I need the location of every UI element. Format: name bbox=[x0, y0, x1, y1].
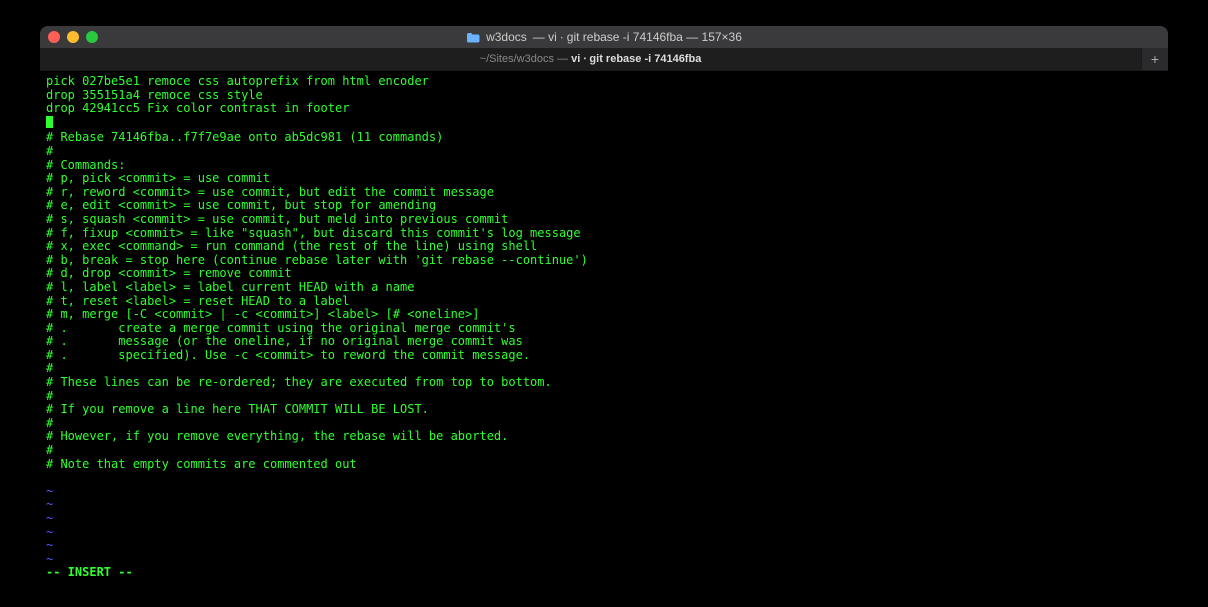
rebase-line-3: drop 42941cc5 Fix color contrast in foot… bbox=[46, 101, 349, 115]
comment-line: # d, drop <commit> = remove commit bbox=[46, 266, 292, 280]
comment-line: # f, fixup <commit> = like "squash", but… bbox=[46, 226, 581, 240]
vim-tilde: ~ bbox=[46, 484, 53, 498]
vim-tilde: ~ bbox=[46, 511, 53, 525]
comment-line: # If you remove a line here THAT COMMIT … bbox=[46, 402, 429, 416]
vim-tilde: ~ bbox=[46, 538, 53, 552]
comment-line: # e, edit <commit> = use commit, but sto… bbox=[46, 198, 436, 212]
comment-line: # Rebase 74146fba..f7f7e9ae onto ab5dc98… bbox=[46, 130, 443, 144]
cursor bbox=[46, 116, 53, 128]
comment-line: # bbox=[46, 443, 53, 457]
minimize-icon[interactable] bbox=[67, 31, 79, 43]
window-title-rest: — vi ∙ git rebase -i 74146fba — 157×36 bbox=[533, 30, 742, 44]
comment-line: # Note that empty commits are commented … bbox=[46, 457, 357, 471]
comment-line: # r, reword <commit> = use commit, but e… bbox=[46, 185, 494, 199]
comment-line: # bbox=[46, 144, 53, 158]
comment-line: # b, break = stop here (continue rebase … bbox=[46, 253, 588, 267]
comment-line: # . specified). Use -c <commit> to rewor… bbox=[46, 348, 530, 362]
zoom-icon[interactable] bbox=[86, 31, 98, 43]
vim-tilde: ~ bbox=[46, 497, 53, 511]
comment-line: # p, pick <commit> = use commit bbox=[46, 171, 270, 185]
terminal-content[interactable]: pick 027be5e1 remoce css autoprefix from… bbox=[40, 71, 1168, 581]
comment-line: # l, label <label> = label current HEAD … bbox=[46, 280, 414, 294]
traffic-lights bbox=[48, 31, 98, 43]
comment-line: # However, if you remove everything, the… bbox=[46, 429, 508, 443]
comment-line: # bbox=[46, 361, 53, 375]
comment-line: # t, reset <label> = reset HEAD to a lab… bbox=[46, 294, 349, 308]
new-tab-button[interactable]: + bbox=[1141, 48, 1168, 70]
rebase-line-2: drop 355151a4 remoce css style bbox=[46, 88, 263, 102]
terminal-window: w3docs — vi ∙ git rebase -i 74146fba — 1… bbox=[40, 26, 1168, 581]
comment-line: # bbox=[46, 389, 53, 403]
rebase-line-1: pick 027be5e1 remoce css autoprefix from… bbox=[46, 74, 429, 88]
titlebar[interactable]: w3docs — vi ∙ git rebase -i 74146fba — 1… bbox=[40, 26, 1168, 48]
comment-line: # . create a merge commit using the orig… bbox=[46, 321, 516, 335]
comment-line: # Commands: bbox=[46, 158, 125, 172]
tab-bar: ~/Sites/w3docs — vi ∙ git rebase -i 7414… bbox=[40, 48, 1168, 71]
vim-tilde: ~ bbox=[46, 525, 53, 539]
close-icon[interactable] bbox=[48, 31, 60, 43]
comment-line: # bbox=[46, 416, 53, 430]
comment-line: # . message (or the oneline, if no origi… bbox=[46, 334, 523, 348]
comment-line: # These lines can be re-ordered; they ar… bbox=[46, 375, 552, 389]
comment-line: # m, merge [-C <commit> | -c <commit>] <… bbox=[46, 307, 479, 321]
comment-line: # s, squash <commit> = use commit, but m… bbox=[46, 212, 508, 226]
vim-tilde: ~ bbox=[46, 552, 53, 566]
tab-title: ~/Sites/w3docs — vi ∙ git rebase -i 7414… bbox=[480, 53, 702, 65]
folder-icon bbox=[466, 32, 480, 42]
vim-mode: -- INSERT -- bbox=[46, 565, 133, 579]
window-title: w3docs — vi ∙ git rebase -i 74146fba — 1… bbox=[40, 30, 1168, 44]
comment-line: # x, exec <command> = run command (the r… bbox=[46, 239, 537, 253]
tab-active[interactable]: ~/Sites/w3docs — vi ∙ git rebase -i 7414… bbox=[40, 48, 1141, 70]
window-title-folder: w3docs bbox=[486, 30, 527, 44]
